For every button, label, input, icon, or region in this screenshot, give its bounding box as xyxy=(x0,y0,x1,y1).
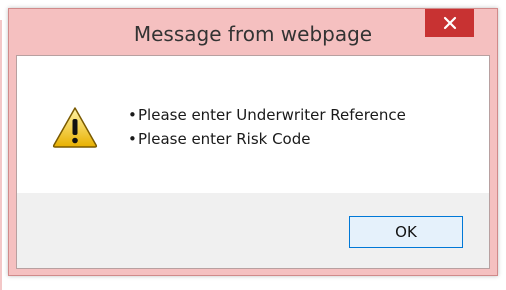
message-item: •Please enter Underwriter Reference xyxy=(128,103,406,127)
dialog-titlebar[interactable]: Message from webpage xyxy=(9,9,497,55)
dialog-title: Message from webpage xyxy=(133,22,373,46)
message-content: •Please enter Underwriter Reference •Ple… xyxy=(17,56,489,193)
bullet-icon: • xyxy=(128,106,137,124)
close-icon xyxy=(443,16,456,30)
message-list: •Please enter Underwriter Reference •Ple… xyxy=(128,103,406,151)
close-button[interactable] xyxy=(425,9,474,37)
bullet-icon: • xyxy=(128,130,137,148)
page-edge xyxy=(0,20,2,290)
warning-triangle-icon xyxy=(52,107,98,148)
message-item: •Please enter Risk Code xyxy=(128,127,406,151)
message-dialog: Message from webpage •Please enter Under… xyxy=(8,8,498,276)
ok-button[interactable]: OK xyxy=(349,216,463,248)
message-text: Please enter Risk Code xyxy=(138,130,311,148)
button-bar: OK xyxy=(17,193,489,268)
message-text: Please enter Underwriter Reference xyxy=(138,106,406,124)
dialog-client-area: •Please enter Underwriter Reference •Ple… xyxy=(16,55,490,269)
